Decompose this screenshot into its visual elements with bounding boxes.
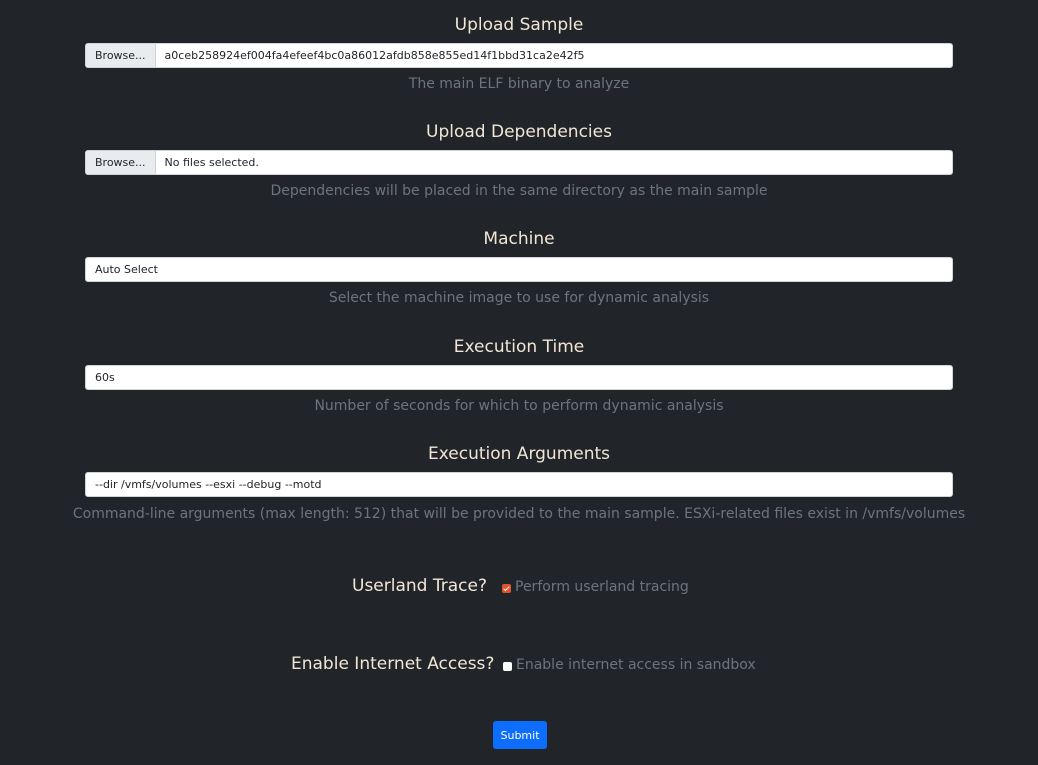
internet-access-row: Enable Internet Access? Enable internet … bbox=[0, 653, 1038, 677]
machine-help: Select the machine image to use for dyna… bbox=[328, 290, 710, 306]
machine-select-value: Auto Select bbox=[95, 263, 158, 276]
analysis-submission-form: Upload Sample Browse... a0ceb258924ef004… bbox=[0, 0, 1038, 765]
upload-dependencies-file-input[interactable]: Browse... No files selected. bbox=[85, 150, 953, 175]
internet-access-checkbox-text[interactable]: Enable internet access in sandbox bbox=[516, 656, 756, 674]
execution-arguments-value: --dir /vmfs/volumes --esxi --debug --mot… bbox=[95, 478, 322, 491]
upload-sample-help: The main ELF binary to analyze bbox=[408, 76, 630, 92]
upload-dependencies-title: Upload Dependencies bbox=[426, 122, 612, 142]
upload-sample-file-name: a0ceb258924ef004fa4efeef4bc0a86012afdb85… bbox=[164, 49, 585, 62]
execution-arguments-input[interactable]: --dir /vmfs/volumes --esxi --debug --mot… bbox=[85, 472, 953, 497]
execution-time-help: Number of seconds for which to perform d… bbox=[314, 398, 724, 414]
upload-sample-browse-button[interactable]: Browse... bbox=[86, 44, 156, 67]
upload-sample-title: Upload Sample bbox=[454, 15, 584, 35]
upload-sample-file-input[interactable]: Browse... a0ceb258924ef004fa4efeef4bc0a8… bbox=[85, 43, 953, 68]
upload-dependencies-file-name: No files selected. bbox=[164, 156, 259, 169]
execution-arguments-help: Command-line arguments (max length: 512)… bbox=[72, 506, 966, 522]
machine-title: Machine bbox=[483, 229, 555, 249]
internet-access-checkbox[interactable] bbox=[503, 662, 512, 671]
execution-time-title: Execution Time bbox=[453, 337, 585, 357]
submit-button[interactable]: Submit bbox=[493, 721, 547, 749]
machine-select[interactable]: Auto Select bbox=[85, 257, 953, 282]
userland-trace-checkbox-text[interactable]: Perform userland tracing bbox=[515, 578, 689, 596]
userland-trace-checkbox[interactable] bbox=[502, 584, 511, 593]
upload-dependencies-help: Dependencies will be placed in the same … bbox=[270, 183, 768, 199]
execution-time-value: 60s bbox=[95, 371, 115, 384]
userland-trace-label: Userland Trace? bbox=[352, 576, 487, 596]
userland-trace-row: Userland Trace? Perform userland tracing bbox=[0, 575, 1038, 599]
upload-dependencies-browse-button[interactable]: Browse... bbox=[86, 151, 156, 174]
execution-time-input[interactable]: 60s bbox=[85, 365, 953, 390]
internet-access-label: Enable Internet Access? bbox=[291, 654, 495, 674]
execution-arguments-title: Execution Arguments bbox=[427, 444, 611, 464]
